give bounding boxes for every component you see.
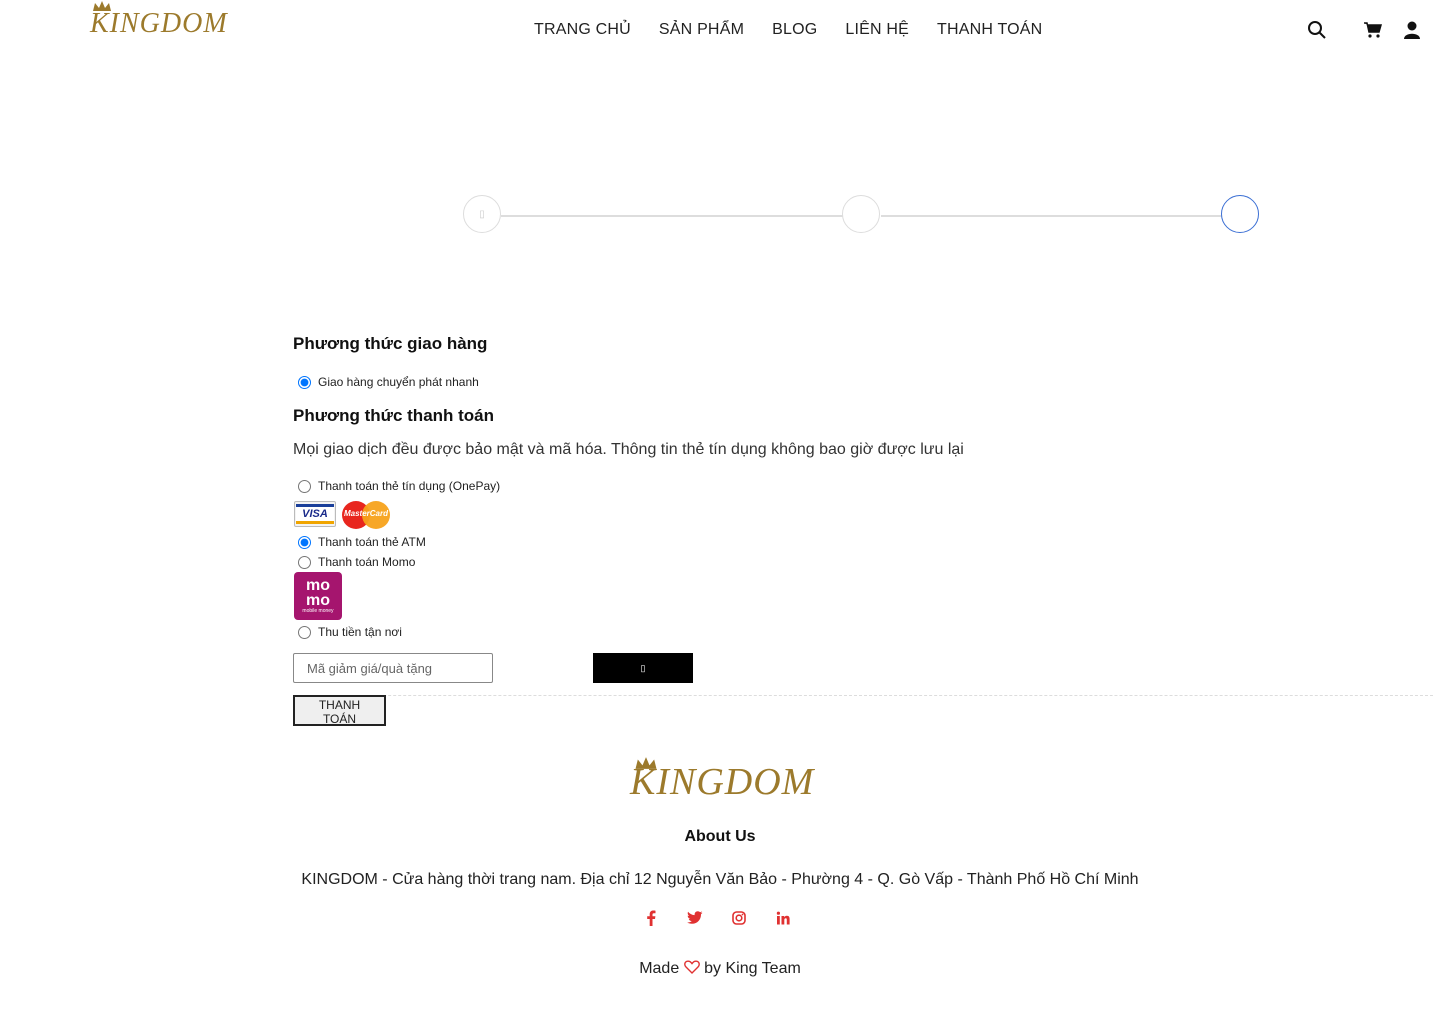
step-3-active[interactable] — [1221, 195, 1259, 233]
nav-checkout[interactable]: THANH TOÁN — [937, 21, 1042, 39]
shipping-option-label: Giao hàng chuyển phát nhanh — [318, 375, 479, 389]
linkedin-icon[interactable] — [774, 909, 792, 927]
social-links — [642, 909, 792, 927]
section-divider — [293, 695, 1433, 696]
crown-icon — [635, 757, 657, 769]
visa-logo: VISA — [294, 501, 336, 527]
payment-option-label: Thanh toán thẻ ATM — [318, 535, 426, 549]
payment-option-label: Thanh toán thẻ tín dụng (OnePay) — [318, 479, 501, 493]
checkout-button[interactable]: THANH TOÁN — [293, 695, 386, 726]
store-address: KINGDOM - Cửa hàng thời trang nam. Địa c… — [301, 871, 1139, 888]
step-2[interactable] — [842, 195, 880, 233]
step-connector — [881, 215, 1222, 217]
cart-icon[interactable] — [1363, 20, 1383, 40]
payment-option-atm[interactable]: Thanh toán thẻ ATM — [293, 532, 426, 552]
shipping-option-express[interactable]: Giao hàng chuyển phát nhanh — [293, 372, 479, 392]
mastercard-logo: MasterCard — [342, 501, 390, 529]
payment-option-label: Thanh toán Momo — [318, 555, 416, 569]
shipping-radio[interactable] — [298, 375, 311, 389]
apply-coupon-button[interactable]: ▯ — [593, 653, 693, 683]
nav-products[interactable]: SẢN PHẨM — [659, 21, 744, 39]
card-logos: VISA MasterCard — [294, 501, 390, 529]
step-connector — [501, 215, 843, 217]
search-icon[interactable] — [1307, 20, 1327, 40]
payment-option-momo[interactable]: Thanh toán Momo — [293, 552, 415, 572]
step-1-icon: ▯ — [479, 208, 485, 220]
footer-logo[interactable]: KINGDOM — [630, 757, 814, 804]
main-nav: TRANG CHỦ SẢN PHẨM BLOG LIÊN HỆ THANH TO… — [534, 21, 1042, 39]
instagram-icon[interactable] — [730, 909, 748, 927]
payment-radio-momo[interactable] — [298, 555, 311, 569]
nav-home[interactable]: TRANG CHỦ — [534, 21, 631, 39]
brand-logo-text: KINGDOM — [90, 8, 228, 39]
payment-option-onepay[interactable]: Thanh toán thẻ tín dụng (OnePay) — [293, 476, 500, 496]
crown-icon — [93, 1, 111, 11]
user-icon[interactable] — [1402, 20, 1422, 40]
brand-logo[interactable]: KINGDOM — [90, 1, 228, 40]
momo-logo: mo mo mobile money — [294, 572, 342, 620]
facebook-icon[interactable] — [642, 909, 660, 927]
step-1[interactable]: ▯ — [463, 195, 501, 233]
payment-option-cod[interactable]: Thu tiền tận nơi — [293, 622, 402, 642]
payment-radio-atm[interactable] — [298, 535, 311, 549]
shipping-heading: Phương thức giao hàng — [293, 334, 488, 353]
nav-blog[interactable]: BLOG — [772, 21, 817, 39]
twitter-icon[interactable] — [686, 909, 704, 927]
apply-icon: ▯ — [640, 662, 646, 673]
payment-option-label: Thu tiền tận nơi — [318, 625, 402, 639]
made-by-credit: Made by King Team — [0, 960, 1440, 978]
about-heading: About Us — [684, 828, 756, 845]
payment-radio-cod[interactable] — [298, 625, 311, 639]
made-prefix: Made — [639, 960, 680, 977]
payment-heading: Phương thức thanh toán — [293, 406, 495, 425]
made-suffix: by King Team — [704, 960, 801, 977]
payment-security-note: Mọi giao dịch đều được bảo mật và mã hóa… — [293, 441, 964, 458]
coupon-input[interactable] — [293, 653, 493, 683]
payment-radio-onepay[interactable] — [298, 479, 311, 493]
checkout-stepper: ▯ — [463, 195, 1262, 237]
nav-contact[interactable]: LIÊN HỆ — [845, 21, 909, 39]
heart-icon — [683, 960, 700, 974]
site-header: KINGDOM TRANG CHỦ SẢN PHẨM BLOG LIÊN HỆ … — [0, 0, 1440, 62]
